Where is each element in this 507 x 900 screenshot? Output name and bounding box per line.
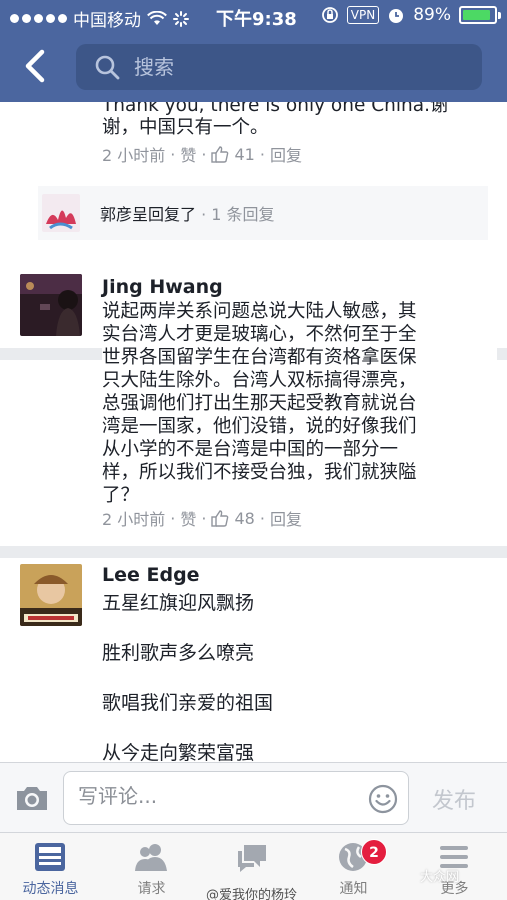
comment-text-partial: Thank you, there is only one China.谢 bbox=[102, 102, 449, 116]
comment-text: 谢，中国只有一个。 bbox=[102, 117, 269, 138]
watermark-logo-text: 大众网 bbox=[420, 870, 460, 885]
comment-text: 说起两岸关系问题总说大陆人敏感，其 实台湾人才更是玻璃心，不然何至于全 bbox=[102, 300, 497, 346]
comment-line: 湾是一国家，他们没错，说的好像我们 bbox=[102, 416, 417, 437]
search-bar[interactable] bbox=[76, 44, 482, 90]
comment-time: 2 小时前 bbox=[102, 146, 166, 165]
carrier-label: 中国移动 bbox=[73, 11, 141, 31]
comment-line: 胜利歌声多么嘹亮 bbox=[102, 642, 255, 664]
comment-composer: 发布 bbox=[0, 762, 507, 832]
replies-summary[interactable]: 郭彦呈回复了 · 1 条回复 bbox=[38, 186, 488, 240]
comment-line: 说起两岸关系问题总说大陆人敏感，其 bbox=[102, 301, 417, 322]
alarm-clock-icon bbox=[389, 9, 404, 23]
reply-link[interactable]: 回复 bbox=[270, 506, 302, 530]
comment-line: 实台湾人才更是玻璃心，不然何至于全 bbox=[102, 324, 417, 345]
battery-icon bbox=[459, 6, 501, 24]
wifi-icon bbox=[147, 10, 167, 25]
comment-line: 从今走向繁荣富强 bbox=[102, 742, 255, 762]
comment-input[interactable] bbox=[78, 784, 348, 808]
thumbs-up-icon bbox=[211, 510, 229, 527]
search-input[interactable] bbox=[134, 55, 434, 79]
comment-line: 只大陆生除外。台湾人双标搞得漂亮， bbox=[102, 370, 417, 391]
watermark-text: @爱我你的杨玲 bbox=[206, 888, 298, 900]
comment-meta: 2 小时前 · 赞 · 48 · 回复 bbox=[102, 506, 302, 530]
battery-level bbox=[463, 10, 490, 20]
news-feed-icon bbox=[35, 843, 65, 871]
avatar[interactable] bbox=[20, 274, 82, 336]
friend-requests-icon bbox=[135, 844, 167, 871]
status-bar: 中国移动 下午9:38 VPN 89% bbox=[0, 0, 507, 34]
tab-notifications[interactable]: 2 通知 bbox=[303, 833, 404, 900]
comment-author[interactable]: Lee Edge bbox=[102, 564, 200, 586]
reply-count: · 1 条回复 bbox=[196, 205, 275, 224]
reply-author: 郭彦呈回复了 bbox=[100, 205, 197, 224]
top-bar: 中国移动 下午9:38 VPN 89% 搜索 bbox=[0, 0, 507, 102]
tab-label: 动态消息 bbox=[22, 881, 79, 897]
like-link[interactable]: 赞 bbox=[180, 506, 196, 530]
clock: 下午9:38 bbox=[216, 9, 297, 30]
back-chevron-icon[interactable] bbox=[20, 46, 50, 86]
avatar bbox=[42, 194, 80, 232]
like-count: 41 bbox=[234, 144, 255, 164]
comment-line: 世界各国留学生在台湾都有资格拿医保 bbox=[102, 347, 417, 368]
like-count: 48 bbox=[234, 508, 255, 528]
like-link[interactable]: 赞 bbox=[180, 142, 196, 166]
comment-line: 从小学的不是台湾是中国的一部分一 bbox=[102, 439, 399, 460]
activity-spinner-icon bbox=[173, 10, 189, 27]
comment-line: 了？ bbox=[102, 485, 140, 506]
comment-text-continued: 世界各国留学生在台湾都有资格拿医保 只大陆生除外。台湾人双标搞得漂亮， 总强调他… bbox=[102, 346, 497, 507]
rotation-lock-icon bbox=[321, 7, 338, 23]
camera-icon[interactable] bbox=[14, 783, 50, 813]
comment-line: 五星红旗迎风飘扬 bbox=[102, 592, 255, 614]
tab-news-feed[interactable]: 动态消息 bbox=[0, 833, 101, 900]
reply-link[interactable]: 回复 bbox=[270, 142, 302, 166]
avatar[interactable] bbox=[20, 564, 82, 626]
signal-strength-icon bbox=[10, 14, 67, 23]
emoji-icon[interactable] bbox=[368, 784, 398, 814]
comment-line: 样，所以我们不接受台独，我们就狭隘 bbox=[102, 462, 417, 483]
comment-line: 歌唱我们亲爱的祖国 bbox=[102, 692, 274, 714]
comment-time: 2 小时前 bbox=[102, 510, 166, 529]
comment-input-box[interactable] bbox=[63, 771, 409, 825]
comments-feed[interactable]: Thank you, there is only one China.谢 谢，中… bbox=[0, 102, 507, 762]
tab-label: 通知 bbox=[339, 881, 368, 897]
publish-button[interactable]: 发布 bbox=[432, 783, 476, 815]
messages-icon bbox=[238, 845, 266, 872]
comment-author[interactable]: Jing Hwang bbox=[102, 276, 223, 298]
comment-line: 总强调他们打出生那天起受教育就说台 bbox=[102, 393, 417, 414]
tab-requests[interactable]: 请求 bbox=[101, 833, 202, 900]
divider bbox=[0, 546, 507, 558]
notification-badge: 2 bbox=[361, 839, 387, 865]
comment-card: Thank you, there is only one China.谢 谢，中… bbox=[0, 102, 507, 348]
tab-label: 请求 bbox=[137, 881, 166, 897]
vpn-indicator: VPN bbox=[346, 6, 380, 24]
comment-meta: 2 小时前 · 赞 · 41 · 回复 bbox=[102, 142, 302, 166]
battery-percent: 89% bbox=[413, 5, 451, 25]
search-icon bbox=[95, 55, 120, 80]
thumbs-up-icon bbox=[211, 146, 229, 163]
